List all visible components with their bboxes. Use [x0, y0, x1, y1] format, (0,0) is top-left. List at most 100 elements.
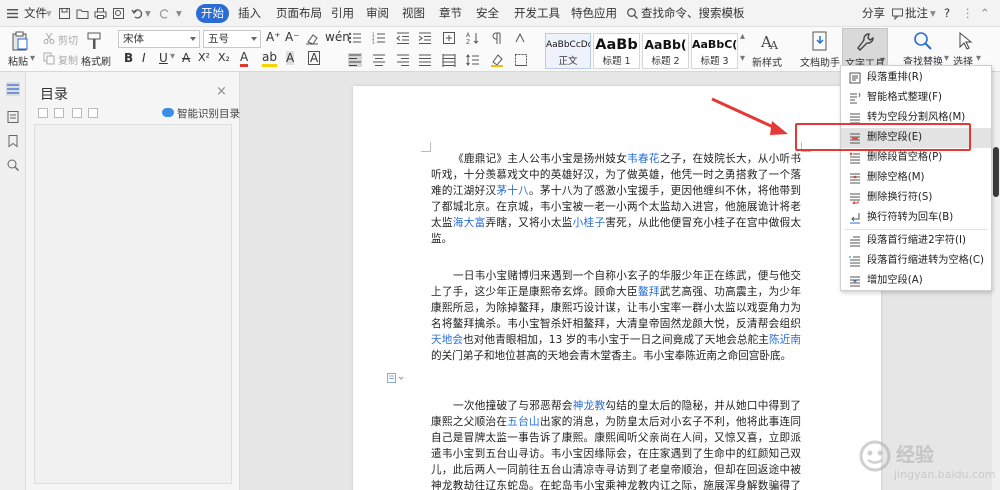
doc-assistant-button[interactable]: [805, 30, 835, 52]
toc-remove-icon[interactable]: [88, 108, 98, 118]
close-icon[interactable]: ×: [216, 84, 227, 99]
styles-scroll-down-icon[interactable]: ▾: [740, 53, 745, 64]
file-caret-icon[interactable]: ▾: [46, 0, 52, 27]
tab-page-layout[interactable]: 页面布局: [276, 0, 322, 27]
undo-icon[interactable]: [131, 7, 144, 20]
vertical-scrollbar[interactable]: [992, 72, 1000, 490]
line-spacing-icon[interactable]: [466, 53, 480, 67]
toc-expand-icon[interactable]: [54, 108, 64, 118]
paragraph-2[interactable]: 一日韦小宝赌博归来遇到一个自称小玄子的华服少年正在练武，便与他交上了手，这少年正…: [431, 268, 801, 364]
subscript-icon[interactable]: X₂: [218, 51, 230, 64]
format-painter-button[interactable]: [80, 30, 108, 52]
borders-icon[interactable]: [514, 53, 528, 67]
align-center-icon[interactable]: [372, 53, 386, 67]
paragraph-1[interactable]: 《鹿鼎记》主人公韦小宝是扬州妓女韦春花之子，在妓院长大，从小听书听戏，十分羡慕戏…: [431, 151, 801, 247]
chinese-layout-icon[interactable]: [442, 31, 456, 45]
strikethrough-icon[interactable]: A: [182, 51, 190, 65]
help-button[interactable]: ?: [944, 0, 950, 27]
align-right-icon[interactable]: [396, 53, 410, 67]
find-nav-icon[interactable]: [6, 158, 20, 172]
sort-icon[interactable]: AZ: [466, 31, 480, 45]
underline-button[interactable]: U: [159, 51, 168, 65]
tab-special-apps[interactable]: 特色应用: [571, 0, 617, 27]
save-icon[interactable]: [58, 7, 71, 20]
tab-start[interactable]: 开始: [196, 4, 229, 23]
tab-security[interactable]: 安全: [476, 0, 499, 27]
align-left-icon[interactable]: [348, 53, 362, 67]
decrease-font-icon[interactable]: A⁻: [285, 30, 300, 44]
style-normal[interactable]: AaBbCcDd 正文: [545, 33, 591, 69]
distributed-align-icon[interactable]: [442, 53, 456, 67]
tab-insert[interactable]: 插入: [238, 0, 261, 27]
clear-format-icon[interactable]: [305, 32, 319, 46]
comment-button[interactable]: 批注: [905, 0, 928, 27]
bookmark-nav-icon[interactable]: [6, 134, 20, 148]
more-options-icon[interactable]: ⋮: [962, 0, 974, 27]
find-replace-button[interactable]: [910, 30, 936, 52]
smart-toc-button[interactable]: 智能识别目录: [177, 106, 240, 121]
tab-review[interactable]: 审阅: [366, 0, 389, 27]
find-replace-caret-icon[interactable]: ▾: [944, 53, 949, 64]
style-heading-3[interactable]: AaBbC( 标题 3: [691, 33, 738, 69]
paste-caret-icon[interactable]: ▾: [30, 53, 35, 64]
superscript-icon[interactable]: X²: [198, 51, 210, 64]
smart-toc-icon[interactable]: [162, 108, 174, 117]
tab-developer[interactable]: 开发工具: [514, 0, 560, 27]
menu-item-add-blank-paragraph[interactable]: 增加空段(A): [841, 271, 991, 291]
menu-item-indent-two-chars[interactable]: 段落首行缩进2字符(I): [841, 231, 991, 251]
tab-chapter[interactable]: 章节: [439, 0, 462, 27]
undo-caret-icon[interactable]: ▾: [145, 0, 151, 27]
cut-button[interactable]: 剪切: [58, 32, 78, 47]
print-icon[interactable]: [94, 7, 107, 20]
menu-item-linebreak-to-enter[interactable]: 换行符转为回车(B): [841, 208, 991, 228]
comment-icon[interactable]: [891, 7, 904, 20]
decrease-indent-icon[interactable]: [396, 31, 410, 45]
show-marks-icon[interactable]: [490, 31, 504, 45]
paragraph-layout-icon[interactable]: [387, 373, 407, 383]
font-size-select[interactable]: 五号: [203, 30, 261, 48]
highlight-icon[interactable]: ab: [262, 51, 277, 67]
copy-icon[interactable]: [42, 51, 56, 65]
bullet-list-icon[interactable]: [348, 31, 362, 45]
justify-icon[interactable]: [418, 53, 432, 67]
char-shading-icon[interactable]: A: [286, 51, 295, 65]
search-icon[interactable]: [626, 7, 639, 20]
italic-button[interactable]: I: [142, 51, 146, 65]
tab-view[interactable]: 视图: [402, 0, 425, 27]
hamburger-menu-icon[interactable]: [6, 7, 19, 20]
menu-item-indent-to-space[interactable]: 段落首行缩进转为空格(C): [841, 251, 991, 271]
increase-indent-icon[interactable]: [418, 31, 432, 45]
toc-collapse-icon[interactable]: [38, 108, 48, 118]
font-color-icon[interactable]: A: [240, 51, 249, 67]
open-folder-icon[interactable]: [76, 7, 89, 20]
tab-reference[interactable]: 引用: [331, 0, 354, 27]
scissors-icon[interactable]: [42, 31, 56, 45]
file-menu[interactable]: 文件: [24, 0, 47, 27]
menu-item-smart-format[interactable]: 智能格式整理(F): [841, 88, 991, 108]
font-name-select[interactable]: 宋体: [118, 30, 200, 48]
paragraph-3[interactable]: 一次他撞破了与邪恶帮会神龙教勾结的皇太后的隐秘，并从她口中得到了康熙之父顺治在五…: [431, 398, 801, 490]
comment-caret-icon[interactable]: ▾: [930, 0, 936, 27]
copy-button[interactable]: 复制: [58, 52, 78, 67]
numbered-list-icon[interactable]: 123: [372, 31, 386, 45]
print-preview-icon[interactable]: [112, 7, 125, 20]
toc-list[interactable]: [34, 124, 232, 484]
toc-nav-icon[interactable]: [6, 82, 20, 96]
redo-icon[interactable]: [158, 7, 171, 20]
char-border-icon[interactable]: A: [308, 51, 321, 65]
select-caret-icon[interactable]: ▾: [976, 53, 981, 64]
scrollbar-thumb[interactable]: [993, 147, 999, 197]
command-search[interactable]: 查找命令、搜索模板: [641, 0, 745, 27]
select-button[interactable]: [954, 30, 976, 52]
tab-stop-icon[interactable]: [514, 31, 528, 45]
pinyin-icon[interactable]: wén: [325, 30, 350, 44]
customize-caret-icon[interactable]: ▾: [176, 0, 182, 27]
collapse-ribbon-icon[interactable]: ⌃: [980, 0, 990, 27]
menu-item-delete-leading-space[interactable]: 删除段首空格(P): [841, 148, 991, 168]
new-style-button[interactable]: AA: [752, 30, 788, 52]
underline-caret-icon[interactable]: ▾: [170, 51, 175, 62]
share-button[interactable]: 分享: [862, 0, 885, 27]
style-heading-2[interactable]: AaBb( 标题 2: [642, 33, 689, 69]
menu-item-delete-linebreak[interactable]: 删除换行符(S): [841, 188, 991, 208]
menu-item-paragraph-rearrange[interactable]: 段落重排(R): [841, 68, 991, 88]
